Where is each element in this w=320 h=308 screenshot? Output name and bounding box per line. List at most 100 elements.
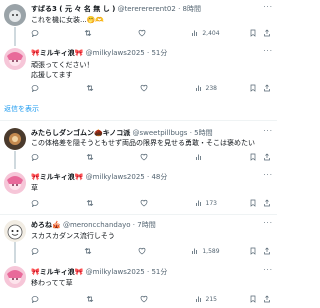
- display-name[interactable]: 🎀ミルキィ浪🎀: [31, 49, 83, 57]
- like-button[interactable]: [140, 295, 164, 303]
- heart-icon: [140, 153, 148, 161]
- avatar[interactable]: [4, 4, 26, 26]
- avatar[interactable]: [4, 172, 26, 194]
- more-options-icon[interactable]: ···: [263, 47, 273, 55]
- reply-button[interactable]: [31, 295, 55, 303]
- repost-button[interactable]: [86, 153, 110, 161]
- views-button[interactable]: 215: [195, 295, 219, 303]
- action-bar: 1,589: [31, 246, 271, 256]
- display-name[interactable]: すばる3 ( 元 々 名 無 し ): [31, 5, 115, 13]
- repost-button[interactable]: [84, 247, 108, 255]
- user-handle[interactable]: @milkylaws2025: [86, 173, 145, 181]
- post-header: すばる3 ( 元 々 名 無 し ) @tererererent02 · 8時間: [31, 3, 265, 15]
- views-count: 238: [205, 84, 217, 92]
- heart-icon: [140, 84, 148, 92]
- separator: ·: [146, 49, 150, 57]
- post[interactable]: すばる3 ( 元 々 名 無 し ) @tererererent02 · 8時間…: [0, 0, 277, 42]
- repost-button[interactable]: [86, 295, 110, 303]
- timestamp[interactable]: 8時間: [183, 5, 201, 13]
- post-text: これを機に女装...🤭🫶: [31, 16, 105, 24]
- thread-line: [14, 151, 16, 169]
- share-icon[interactable]: [263, 199, 271, 207]
- user-handle[interactable]: @milkylaws2025: [86, 49, 145, 57]
- user-handle[interactable]: @tererererent02: [118, 5, 176, 13]
- views-button[interactable]: 1,589: [191, 247, 220, 255]
- thread-line: [14, 27, 16, 46]
- post[interactable]: 🎀ミルキィ浪🎀 @milkylaws2025 · 48分 ··· 草 173: [0, 169, 277, 213]
- user-handle[interactable]: @meroncchandayo: [63, 221, 131, 229]
- like-button[interactable]: [140, 199, 164, 207]
- like-button[interactable]: [138, 247, 162, 255]
- reply-button[interactable]: [31, 153, 55, 161]
- reply-icon: [31, 85, 39, 92]
- share-icon[interactable]: [263, 29, 271, 37]
- bar-chart-icon: [195, 85, 201, 91]
- display-name[interactable]: みたらしダンゴムン🌰キノコ派: [31, 129, 130, 137]
- avatar[interactable]: [4, 128, 26, 150]
- bookmark-icon[interactable]: [249, 247, 257, 255]
- timestamp[interactable]: 7時間: [137, 221, 155, 229]
- bookmark-icon[interactable]: [249, 295, 257, 303]
- views-button[interactable]: 173: [195, 199, 219, 207]
- post-header: 🎀ミルキィ浪🎀 @milkylaws2025 · 51分: [31, 47, 265, 59]
- views-count: 173: [205, 199, 217, 207]
- reply-icon: [31, 200, 39, 207]
- share-icon[interactable]: [263, 295, 271, 303]
- show-replies-link[interactable]: 返信を表示: [4, 104, 39, 114]
- separator: ·: [146, 268, 150, 276]
- reply-button[interactable]: [31, 247, 55, 255]
- display-name[interactable]: 🎀ミルキィ浪🎀: [31, 268, 83, 276]
- share-icon[interactable]: [263, 84, 271, 92]
- bookmark-icon[interactable]: [249, 29, 257, 37]
- timestamp[interactable]: 5時間: [194, 129, 212, 137]
- avatar[interactable]: [4, 266, 26, 288]
- bookmark-icon[interactable]: [249, 84, 257, 92]
- post[interactable]: 🎀ミルキィ浪🎀 @milkylaws2025 · 51分 ··· 頑張ってくださ…: [0, 46, 277, 113]
- views-button[interactable]: [195, 153, 219, 161]
- user-handle[interactable]: @sweetpillbugs: [132, 129, 187, 137]
- like-button[interactable]: [140, 153, 164, 161]
- timestamp[interactable]: 48分: [151, 173, 167, 181]
- reply-icon: [31, 154, 39, 161]
- post[interactable]: 🎀ミルキィ浪🎀 @milkylaws2025 · 51分 ··· 移わってて草 …: [0, 263, 277, 308]
- share-icon[interactable]: [263, 153, 271, 161]
- views-button[interactable]: 238: [195, 84, 219, 92]
- bookmark-icon[interactable]: [249, 199, 257, 207]
- divider: [0, 120, 277, 121]
- action-bar: 173: [31, 198, 271, 208]
- more-options-icon[interactable]: ···: [263, 219, 273, 227]
- more-options-icon[interactable]: ···: [263, 3, 273, 11]
- display-name[interactable]: めろね🎪: [31, 221, 61, 229]
- repost-button[interactable]: [86, 84, 110, 92]
- reply-button[interactable]: [31, 84, 55, 92]
- post-header: 🎀ミルキィ浪🎀 @milkylaws2025 · 48分: [31, 171, 265, 183]
- action-bar: 215: [31, 294, 271, 304]
- post-text: スカスカダンス流行しそう: [31, 232, 115, 240]
- more-options-icon[interactable]: ···: [263, 171, 273, 179]
- like-button[interactable]: [140, 84, 164, 92]
- display-name[interactable]: 🎀ミルキィ浪🎀: [31, 173, 83, 181]
- post[interactable]: みたらしダンゴムン🌰キノコ派 @sweetpillbugs · 5時間 ··· …: [0, 124, 277, 174]
- bar-chart-icon: [195, 154, 201, 160]
- views-count: 1,589: [202, 247, 220, 255]
- views-button[interactable]: 2,404: [191, 29, 220, 37]
- more-options-icon[interactable]: ···: [263, 266, 273, 274]
- heart-icon: [138, 29, 146, 37]
- timestamp[interactable]: 51分: [151, 268, 167, 276]
- post[interactable]: めろね🎪 @meroncchandayo · 7時間 ··· スカスカダンス流行…: [0, 217, 277, 263]
- bookmark-icon[interactable]: [249, 153, 257, 161]
- like-button[interactable]: [138, 29, 162, 37]
- avatar[interactable]: [4, 48, 26, 70]
- share-icon[interactable]: [263, 247, 271, 255]
- avatar[interactable]: [4, 220, 26, 242]
- user-handle[interactable]: @milkylaws2025: [86, 268, 145, 276]
- action-bar: [31, 152, 271, 162]
- reply-button[interactable]: [31, 199, 55, 207]
- repost-button[interactable]: [86, 199, 110, 207]
- timestamp[interactable]: 51分: [151, 49, 167, 57]
- repost-button[interactable]: [84, 29, 108, 37]
- reply-button[interactable]: [31, 29, 55, 37]
- repost-icon: [86, 85, 93, 91]
- heart-icon: [140, 295, 148, 303]
- more-options-icon[interactable]: ···: [263, 127, 273, 135]
